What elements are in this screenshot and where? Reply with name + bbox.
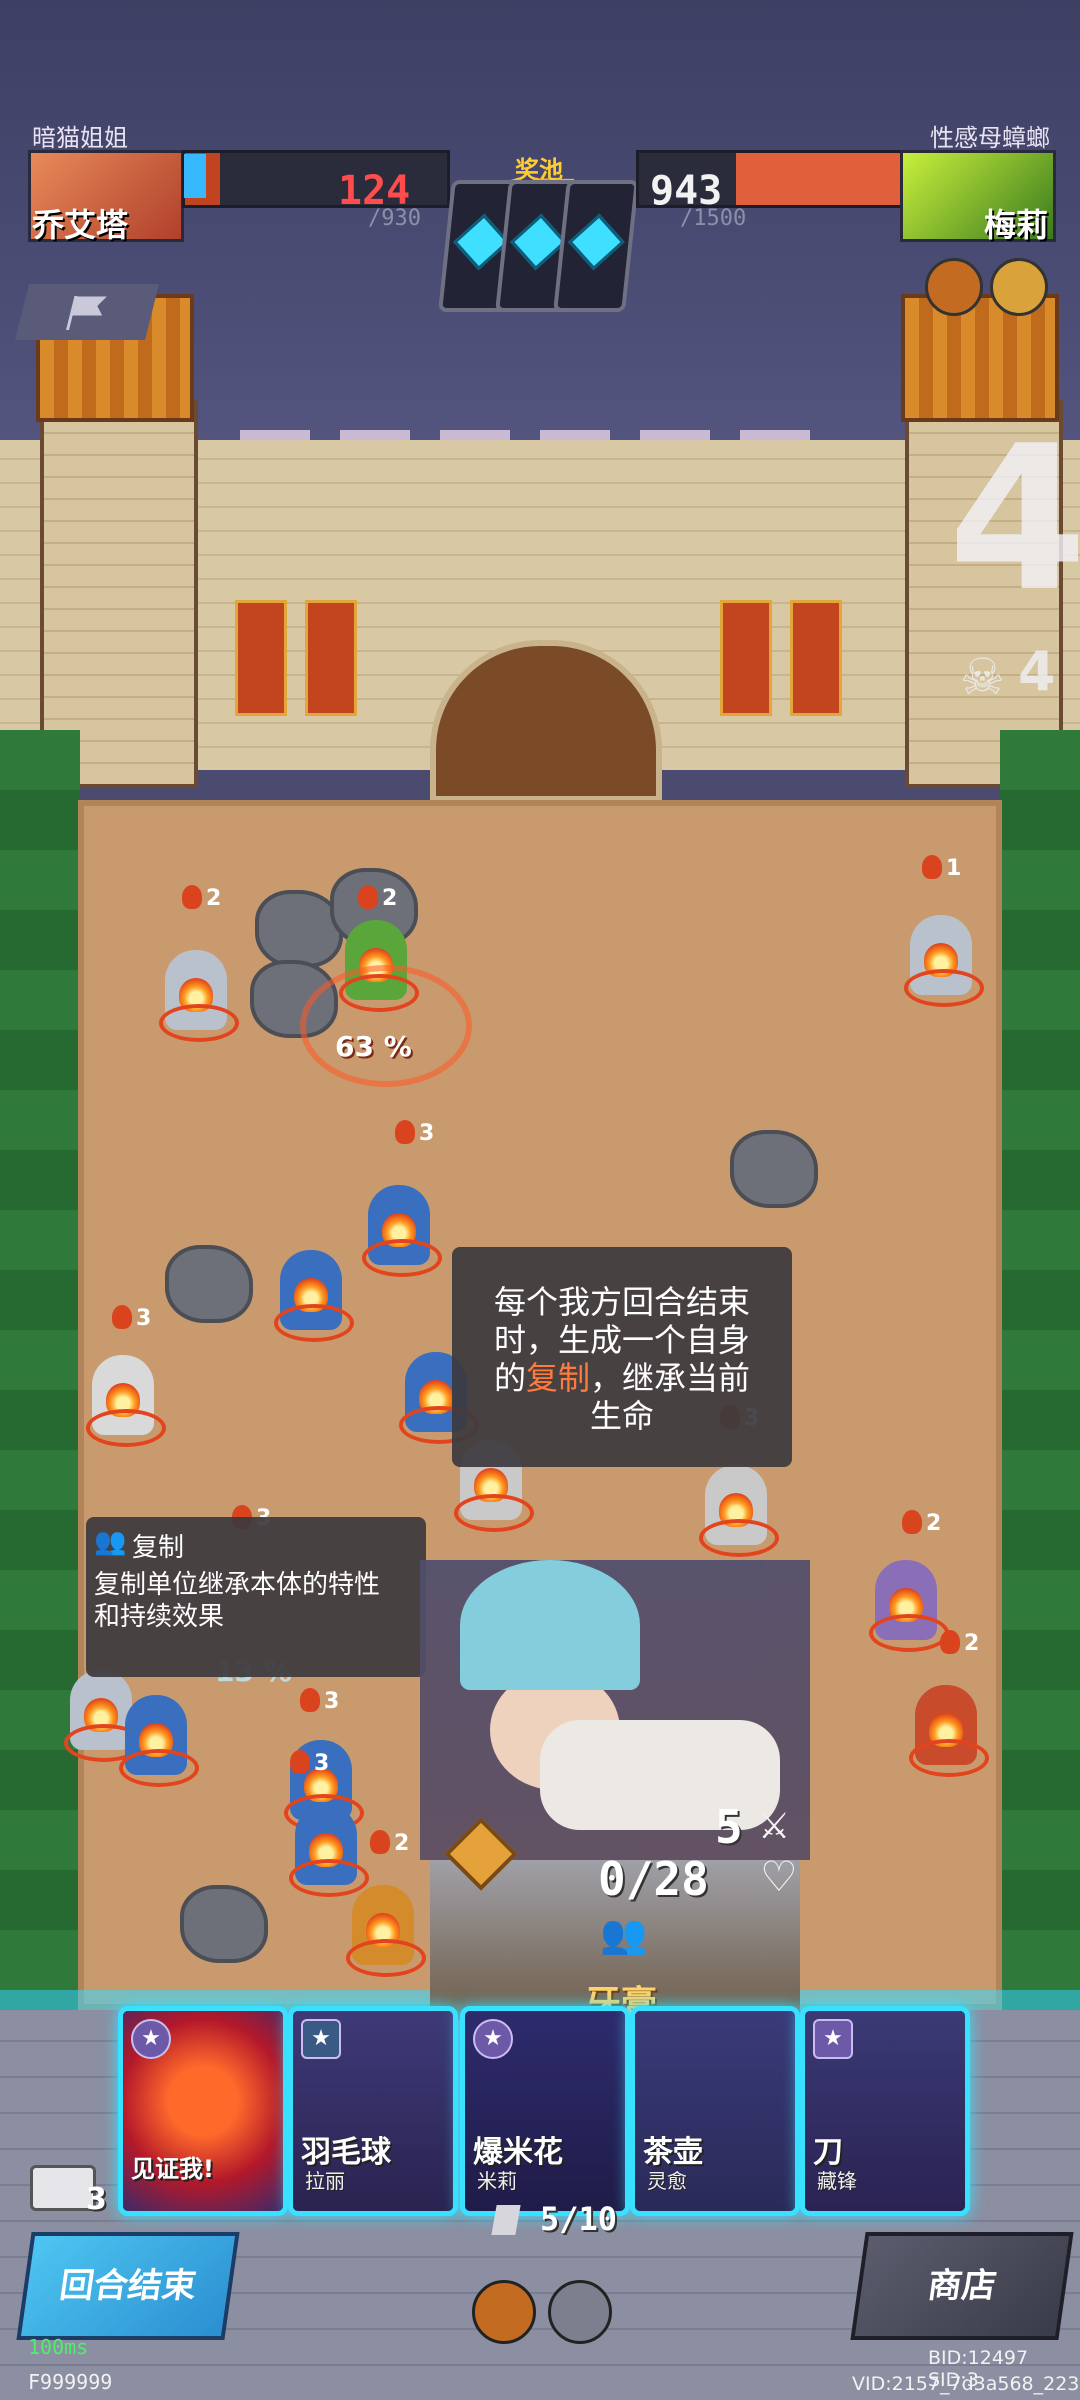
burn-stack-label: 2 (358, 885, 397, 911)
hero-progress-a: 63 % (335, 1030, 412, 1063)
vid-readout: VID:2157_7d3a568_2231 (852, 2373, 1080, 2395)
enemy-unit[interactable] (699, 1465, 779, 1557)
star-icon: ★ (813, 2019, 853, 2059)
burn-stack-label: 2 (370, 1830, 409, 1856)
card-health: 0/28 (598, 1852, 709, 1906)
enemy-unit[interactable] (346, 1885, 426, 1977)
debug-code: F999999 (28, 2370, 113, 2394)
burn-stack-label: 2 (940, 1630, 979, 1656)
player-relic-icon-1[interactable] (472, 2280, 536, 2344)
right-player-title: 性感母蟑螂 (930, 124, 1050, 152)
heart-icon: ♡ (760, 1852, 798, 1901)
latency-readout: 100ms (28, 2335, 89, 2359)
tooltip-line-4: 生命 (589, 1397, 654, 1435)
hand-card-sub: 灵愈 (647, 2169, 687, 2193)
right-player-name: 梅莉 (983, 206, 1048, 244)
left-player-title: 暗猫姐姐 (32, 124, 128, 152)
burn-stack-label: 3 (112, 1305, 151, 1331)
burn-stack-label: 3 (290, 1750, 329, 1776)
tooltip-line-3: 的复制，继承当前 (493, 1359, 751, 1397)
right-relic-icon-1[interactable] (925, 258, 983, 316)
hand-card-sub: 米莉 (477, 2169, 517, 2193)
forest-right (1000, 730, 1080, 2010)
burn-stack-label: 2 (182, 885, 221, 911)
enemy-unit[interactable] (909, 1685, 989, 1777)
sword-icon: ⚔ (758, 1806, 791, 1847)
hand-card-5[interactable]: ★ 刀 藏锋 (800, 2006, 970, 2216)
enemy-unit[interactable] (64, 1670, 144, 1762)
flag-icon (66, 296, 107, 330)
tooltip-line-2: 时，生成一个自身 (493, 1321, 750, 1359)
skull-icon: ☠ (960, 648, 1005, 706)
hand-card-title: 见证我! (131, 2155, 214, 2183)
enemy-unit[interactable] (904, 915, 984, 1007)
rock-unit[interactable] (730, 1130, 818, 1208)
enemy-unit[interactable] (869, 1560, 949, 1652)
hand-card-3[interactable]: ★ 爆米花 米莉 (460, 2006, 630, 2216)
keyword-title: 复制 (132, 1533, 185, 1563)
star-icon: ★ (301, 2019, 341, 2059)
left-shield-indicator (184, 154, 206, 198)
enemy-unit[interactable] (119, 1695, 199, 1787)
player-relic-icon-2[interactable] (548, 2280, 612, 2344)
selected-card-art[interactable] (420, 1560, 810, 1860)
hand-card-2[interactable]: ★ 羽毛球 拉丽 (288, 2006, 458, 2216)
enemy-unit[interactable] (362, 1185, 442, 1277)
hero-aura-ring (300, 965, 472, 1087)
rock-unit[interactable] (180, 1885, 268, 1963)
forest-left (0, 730, 80, 2010)
enemy-unit[interactable] (86, 1355, 166, 1447)
hand-card-4[interactable]: 茶壶 灵愈 (630, 2006, 800, 2216)
skull-count: 4 (1018, 640, 1056, 703)
hand-card-1[interactable]: ★ 见证我! (118, 2006, 288, 2216)
star-icon: ★ (131, 2019, 171, 2059)
people-icon: 👥 (94, 1527, 127, 1557)
tooltip-line-1: 每个我方回合结束 (493, 1283, 750, 1321)
burn-stack-label: 1 (922, 855, 961, 881)
surrender-button[interactable] (15, 284, 159, 340)
keyword-tooltip: 👥 复制 复制单位继承本体的特性 和持续效果 (86, 1517, 426, 1677)
right-hp-max: /1500 (680, 206, 747, 231)
card-attack: 5 (715, 1800, 743, 1854)
burn-stack-label: 3 (395, 1120, 434, 1146)
star-icon: ★ (473, 2019, 513, 2059)
burn-stack-label: 2 (902, 1510, 941, 1536)
hand-card-sub: 拉丽 (305, 2169, 345, 2193)
round-number: 4 (948, 403, 1080, 636)
pool-card-3 (553, 180, 639, 312)
enemy-unit[interactable] (274, 1250, 354, 1342)
end-turn-button[interactable]: 回合结束 (16, 2232, 240, 2340)
enemy-unit[interactable] (159, 950, 239, 1042)
tooltip-keyword: 复制 (525, 1359, 590, 1397)
rock-unit[interactable] (165, 1245, 253, 1323)
card-effect-tooltip: 每个我方回合结束 时，生成一个自身 的复制，继承当前 生命 (452, 1247, 792, 1467)
hand-card-sub: 藏锋 (817, 2169, 857, 2193)
right-relic-icon-2[interactable] (990, 258, 1048, 316)
enemy-unit[interactable] (289, 1805, 369, 1897)
left-hp-max: /930 (368, 206, 421, 231)
burn-stack-label: 3 (300, 1688, 339, 1714)
deck-count: 3 (86, 2182, 107, 2217)
left-player-name: 乔艾塔 (32, 206, 129, 244)
keyword-description: 复制单位继承本体的特性 和持续效果 (94, 1570, 381, 1632)
shop-button[interactable]: 商店 (850, 2232, 1074, 2340)
copy-tribe-icon: 👥 (600, 1912, 648, 1956)
hand-count: 5/10 (540, 2200, 618, 2238)
